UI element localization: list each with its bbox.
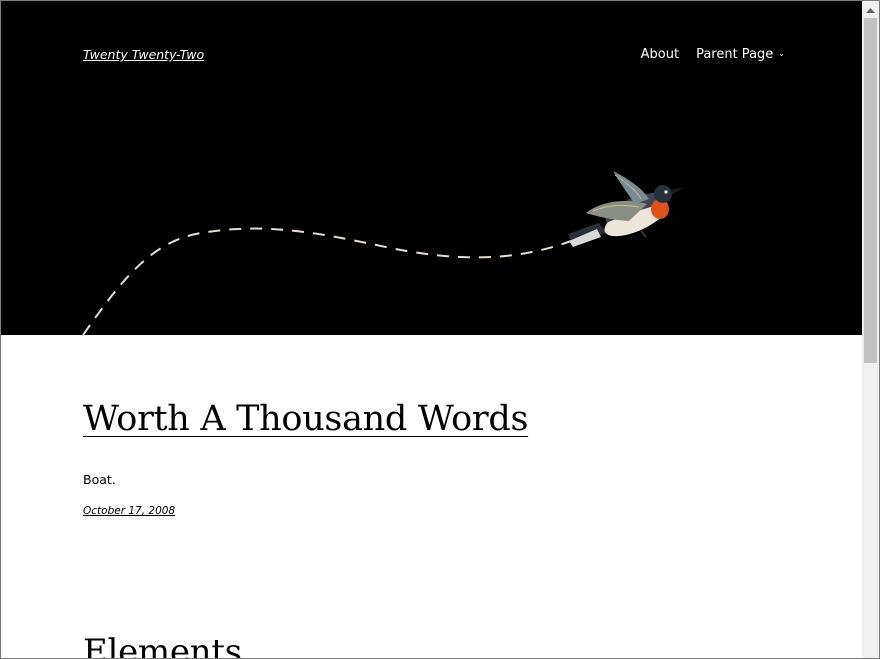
scrollbar-thumb[interactable]	[864, 18, 877, 363]
site-header: Twenty Twenty-Two About Parent Page ⌄	[1, 1, 862, 335]
nav-item-about[interactable]: About	[641, 47, 679, 62]
browser-window: Twenty Twenty-Two About Parent Page ⌄ Wo…	[0, 0, 880, 659]
site-title-link[interactable]: Twenty Twenty-Two	[83, 47, 204, 62]
post-title-link[interactable]: Worth A Thousand Words	[83, 399, 528, 439]
page-viewport: Twenty Twenty-Two About Parent Page ⌄ Wo…	[1, 1, 862, 658]
post-date-link[interactable]: October 17, 2008	[83, 505, 175, 517]
vertical-scrollbar[interactable]	[862, 1, 879, 658]
post-excerpt: Boat.	[83, 472, 116, 487]
main-content: Worth A Thousand Words Boat. October 17,…	[1, 335, 862, 658]
bird-icon	[568, 171, 685, 247]
nav-item-parent-page[interactable]: Parent Page ⌄	[696, 47, 785, 62]
primary-navigation: About Parent Page ⌄	[641, 47, 785, 62]
next-post-title[interactable]: Elements	[83, 632, 242, 658]
nav-item-label: Parent Page	[696, 47, 774, 62]
scroll-up-arrow-icon[interactable]	[862, 1, 879, 18]
nav-item-label: About	[640, 47, 680, 62]
chevron-down-icon[interactable]: ⌄	[778, 49, 785, 58]
